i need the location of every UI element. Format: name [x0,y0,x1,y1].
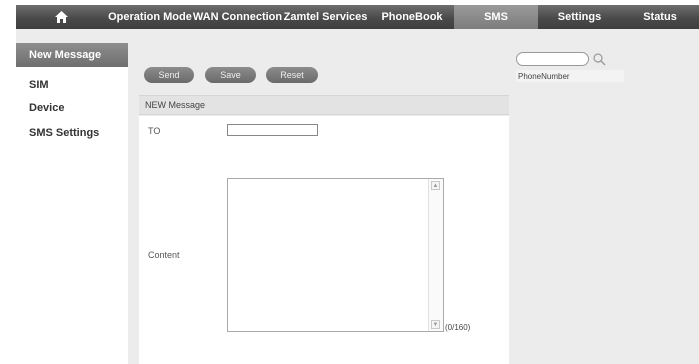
content-textarea[interactable]: ▲ ▼ [227,178,444,332]
save-button[interactable]: Save [205,67,256,83]
home-icon [54,11,68,23]
phonebook-search-input[interactable] [516,52,589,66]
content-scrollbar[interactable]: ▲ ▼ [428,179,443,331]
search-icon[interactable] [592,52,606,66]
phonenumber-column-header: PhoneNumber [516,70,624,82]
content-label: Content [148,250,180,260]
section-title: NEW Message [139,95,509,115]
sidebar-item-sim[interactable]: SIM [16,73,128,97]
to-input[interactable] [227,124,318,136]
scroll-up-icon[interactable]: ▲ [431,181,440,190]
message-form: TO Content ▲ ▼ (0/160) [139,116,509,364]
nav-sms[interactable]: SMS [454,5,538,29]
sidebar-item-device[interactable]: Device [16,96,128,120]
send-button[interactable]: Send [144,67,194,83]
main-content: Send Save Reset NEW Message TO Content ▲… [139,43,509,364]
scroll-down-icon[interactable]: ▼ [431,320,440,329]
to-label: TO [148,126,161,136]
sidebar-item-sms-settings[interactable]: SMS Settings [16,121,128,145]
nav-operation-mode[interactable]: Operation Mode [106,5,194,29]
sidebar: New Message SIM Device SMS Settings [16,43,128,364]
nav-phonebook[interactable]: PhoneBook [370,5,454,29]
reset-button[interactable]: Reset [266,67,318,83]
nav-settings[interactable]: Settings [538,5,621,29]
nav-wan-connection[interactable]: WAN Connection [193,5,282,29]
top-navigation-bar: Operation Mode WAN Connection Zamtel Ser… [16,5,699,29]
char-counter: (0/160) [445,323,471,332]
nav-zamtel-services[interactable]: Zamtel Services [281,5,370,29]
home-button[interactable] [16,5,106,29]
nav-status[interactable]: Status [621,5,699,29]
sidebar-item-new-message[interactable]: New Message [16,43,128,67]
